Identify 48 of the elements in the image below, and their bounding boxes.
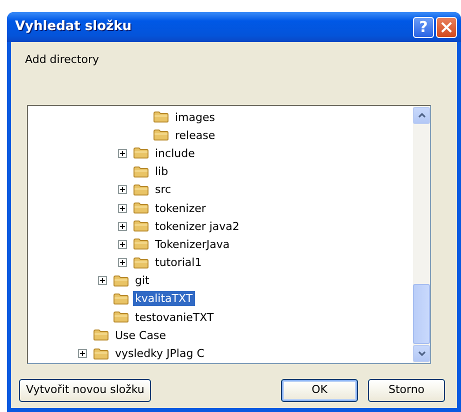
folder-icon	[153, 109, 169, 126]
ok-button[interactable]: OK	[281, 379, 358, 402]
tree-item[interactable]: tutorial1	[153, 255, 204, 270]
expand-icon[interactable]	[118, 185, 127, 194]
expand-icon[interactable]	[118, 204, 127, 213]
tree-item[interactable]: kvalitaTXT	[133, 291, 195, 306]
tree-item[interactable]: tokenizer java2	[153, 218, 242, 234]
expand-icon[interactable]	[98, 276, 107, 286]
dialog-description: Add directory	[25, 52, 100, 68]
folder-icon	[113, 290, 129, 307]
window-title: Vyhledat složku	[15, 18, 132, 36]
folder-icon	[133, 164, 149, 180]
cancel-button[interactable]: Storno	[368, 379, 445, 402]
tree-item[interactable]: src	[153, 182, 174, 198]
scroll-thumb[interactable]	[413, 284, 430, 344]
folder-icon	[113, 309, 129, 326]
scroll-bar[interactable]	[413, 106, 430, 363]
scroll-up-button[interactable]	[413, 107, 430, 124]
folder-icon	[93, 327, 109, 344]
folder-icon	[93, 346, 109, 362]
caret-down-icon	[418, 351, 426, 356]
expand-icon[interactable]	[78, 349, 87, 358]
tree-item[interactable]: testovanieTXT	[133, 310, 216, 325]
folder-icon	[153, 127, 169, 144]
tree-item[interactable]: images	[173, 110, 217, 125]
folder-icon	[133, 236, 149, 252]
expand-icon[interactable]	[118, 240, 127, 249]
expand-icon[interactable]	[118, 258, 127, 268]
tree-item[interactable]: git	[133, 273, 152, 288]
new-folder-button[interactable]: Vytvořit novou složku	[19, 379, 152, 402]
folder-icon	[133, 218, 149, 234]
tree-item[interactable]: include	[153, 146, 197, 161]
folder-icon	[113, 272, 129, 289]
caret-up-icon	[418, 113, 426, 118]
tree-item[interactable]: Use Case	[113, 328, 168, 343]
folder-icon	[133, 182, 149, 198]
folder-icon	[133, 200, 149, 216]
tree-item[interactable]: tokenizer	[153, 200, 208, 216]
expand-icon[interactable]	[118, 148, 127, 158]
scroll-down-button[interactable]	[413, 345, 430, 362]
folder-icon	[133, 254, 149, 271]
expand-icon[interactable]	[118, 222, 127, 231]
folder-icon	[133, 145, 149, 162]
tree-item[interactable]: vysledky JPlag C	[113, 346, 206, 362]
tree-item[interactable]: TokenizerJava	[153, 236, 232, 252]
tree-item[interactable]: release	[173, 128, 218, 143]
tree-item[interactable]: lib	[153, 164, 170, 180]
close-button[interactable]: ×	[436, 16, 457, 38]
